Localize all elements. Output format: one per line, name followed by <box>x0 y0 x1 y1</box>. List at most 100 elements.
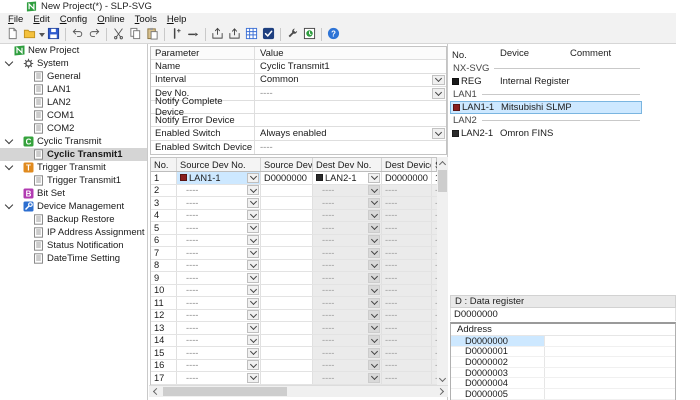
grid-cell[interactable] <box>261 247 313 259</box>
grid-cell[interactable]: 13 <box>151 322 177 334</box>
grid-cell[interactable]: ---- <box>382 247 432 259</box>
grid-cell[interactable]: ---- <box>313 322 382 334</box>
dest-dev-dropdown[interactable] <box>368 323 380 333</box>
combo-dropdown-button[interactable] <box>432 128 445 138</box>
dest-dev-dropdown[interactable] <box>368 185 380 195</box>
grid-cell[interactable]: ---- <box>313 272 382 284</box>
grid-cell[interactable]: 14 <box>151 335 177 347</box>
grid-cell[interactable]: ---- <box>177 210 261 222</box>
chevron-down-icon[interactable] <box>5 136 13 144</box>
menu-item-help[interactable]: Help <box>162 14 192 25</box>
redo-button[interactable] <box>86 27 103 43</box>
grid-cell[interactable]: ---- <box>177 310 261 322</box>
grid-cell[interactable]: ---- <box>313 247 382 259</box>
table-button[interactable] <box>243 27 260 43</box>
grid-cell[interactable]: ---- <box>177 322 261 334</box>
grid-cell[interactable] <box>261 260 313 272</box>
source-dev-dropdown[interactable] <box>247 360 259 370</box>
menu-item-online[interactable]: Online <box>92 14 129 25</box>
source-dev-dropdown[interactable] <box>247 235 259 245</box>
dest-dev-dropdown[interactable] <box>368 348 380 358</box>
dest-dev-dropdown[interactable] <box>368 198 380 208</box>
param-value[interactable]: Cyclic Transmit1 <box>255 60 446 72</box>
grid-cell[interactable]: ---- <box>313 347 382 359</box>
grid-cell[interactable]: 17 <box>151 372 177 384</box>
source-dev-dropdown[interactable] <box>247 285 259 295</box>
grid-cell[interactable]: 8 <box>151 260 177 272</box>
grid-cell[interactable]: ---- <box>313 360 382 372</box>
paste-button[interactable] <box>144 27 161 43</box>
tree-item-general[interactable]: General <box>0 70 147 83</box>
device-row-reg[interactable]: REGInternal Register <box>450 75 642 88</box>
grid-cell[interactable]: 1 <box>151 172 177 184</box>
wrench-button[interactable] <box>284 27 301 43</box>
tree-item-com2[interactable]: COM2 <box>0 122 147 135</box>
grid-cell[interactable]: 16 <box>151 360 177 372</box>
grid-cell[interactable]: ---- <box>382 235 432 247</box>
verify-button[interactable] <box>260 27 277 43</box>
grid-cell[interactable]: 7 <box>151 247 177 259</box>
tree-item-lan1[interactable]: LAN1 <box>0 83 147 96</box>
grid-cell[interactable]: ---- <box>177 222 261 234</box>
grid-cell[interactable]: D0000000 <box>382 172 432 184</box>
grid-cell[interactable] <box>261 360 313 372</box>
dest-dev-dropdown[interactable] <box>368 298 380 308</box>
grid-cell[interactable]: LAN1-1 <box>177 172 261 184</box>
grid-cell[interactable]: ---- <box>177 235 261 247</box>
grid-cell[interactable]: ---- <box>177 297 261 309</box>
tree-item-ip-address-assignment[interactable]: IP Address Assignment <box>0 226 147 239</box>
grid-vertical-scrollbar[interactable] <box>437 157 448 385</box>
grid-cell[interactable]: ---- <box>177 197 261 209</box>
tree-item-datetime-setting[interactable]: DateTime Setting <box>0 252 147 265</box>
source-dev-dropdown[interactable] <box>247 373 259 383</box>
grid-cell[interactable] <box>261 185 313 197</box>
grid-cell[interactable]: ---- <box>382 297 432 309</box>
grid-cell[interactable]: 10 <box>151 285 177 297</box>
param-value[interactable]: Always enabled <box>255 127 446 139</box>
grid-cell[interactable]: ---- <box>177 185 261 197</box>
scroll-up-icon[interactable] <box>437 157 448 169</box>
dest-dev-dropdown[interactable] <box>368 173 380 183</box>
grid-cell[interactable]: ---- <box>382 335 432 347</box>
grid-cell[interactable]: ---- <box>382 372 432 384</box>
device-row-lan1-1[interactable]: LAN1-1Mitsubishi SLMP(... <box>450 101 642 114</box>
grid-cell[interactable] <box>261 222 313 234</box>
dest-dev-dropdown[interactable] <box>368 248 380 258</box>
grid-cell[interactable] <box>261 322 313 334</box>
tree-item-lan2[interactable]: LAN2 <box>0 96 147 109</box>
dest-dev-dropdown[interactable] <box>368 260 380 270</box>
copy-button[interactable] <box>127 27 144 43</box>
grid-cell[interactable]: 3 <box>151 197 177 209</box>
grid-cell[interactable]: ---- <box>382 360 432 372</box>
tree-item-com1[interactable]: COM1 <box>0 109 147 122</box>
menu-item-edit[interactable]: Edit <box>28 14 54 25</box>
param-value[interactable]: Common <box>255 74 446 86</box>
dest-dev-dropdown[interactable] <box>368 223 380 233</box>
cut-button[interactable] <box>110 27 127 43</box>
grid-cell[interactable] <box>261 347 313 359</box>
grid-cell[interactable]: 6 <box>151 235 177 247</box>
grid-cell[interactable]: ---- <box>313 235 382 247</box>
tree-item-trigger-transmit1[interactable]: Trigger Transmit1 <box>0 174 147 187</box>
param-value[interactable]: ---- <box>255 141 446 154</box>
grid-cell[interactable]: ---- <box>313 222 382 234</box>
undo-button[interactable] <box>69 27 86 43</box>
grid-cell[interactable]: ---- <box>313 185 382 197</box>
tree-item-new-project[interactable]: New Project <box>0 44 147 57</box>
grid-cell[interactable]: 12 <box>151 310 177 322</box>
insert-mark-button[interactable] <box>168 27 185 43</box>
dest-dev-dropdown[interactable] <box>368 310 380 320</box>
monitor-button[interactable] <box>301 27 318 43</box>
grid-cell[interactable]: ---- <box>177 372 261 384</box>
grid-cell[interactable]: ---- <box>313 310 382 322</box>
source-dev-dropdown[interactable] <box>247 323 259 333</box>
source-dev-dropdown[interactable] <box>247 348 259 358</box>
open-folder-button[interactable] <box>21 27 38 43</box>
grid-cell[interactable]: ---- <box>382 310 432 322</box>
save-button[interactable] <box>45 27 62 43</box>
grid-cell[interactable]: ---- <box>382 347 432 359</box>
help-button[interactable]: ? <box>325 27 342 43</box>
address-row-d0000002[interactable]: D0000002 <box>451 357 675 368</box>
grid-cell[interactable]: 9 <box>151 272 177 284</box>
grid-cell[interactable]: ---- <box>313 335 382 347</box>
